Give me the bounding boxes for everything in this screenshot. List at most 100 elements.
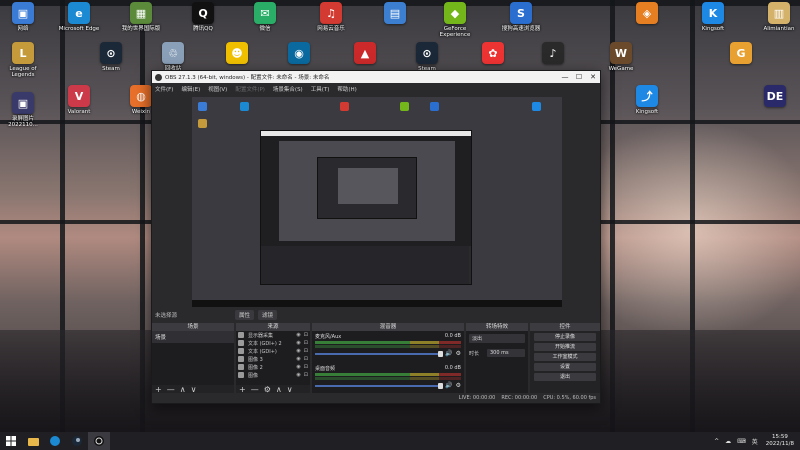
menu-view[interactable]: 视图(V)	[208, 85, 227, 93]
eye-icon[interactable]: ◉	[296, 332, 300, 338]
eye-icon[interactable]: ◉	[296, 364, 300, 370]
source-row[interactable]: 图像 3 ◉ ⊡	[236, 355, 310, 363]
volume-knob[interactable]	[438, 350, 444, 357]
taskbar-obs[interactable]	[88, 432, 110, 450]
desktop-icon[interactable]: ▦ 我的世界国际版	[118, 2, 164, 32]
obs-window[interactable]: OBS 27.1.3 (64-bit, windows) - 配置文件: 未命名…	[151, 70, 601, 404]
app-icon: e	[68, 2, 90, 24]
start-streaming-button[interactable]: 开始推流	[534, 343, 596, 351]
preview-taskbar	[192, 300, 562, 307]
source-row[interactable]: 图像 2 ◉ ⊡	[236, 363, 310, 371]
gear-icon[interactable]: ⚙	[456, 382, 461, 389]
volume-meter	[315, 377, 461, 380]
tray-overflow-icon[interactable]: ^	[714, 438, 719, 445]
scene-item[interactable]: 场景	[152, 331, 234, 343]
stop-recording-button[interactable]: 停止录像	[534, 333, 596, 341]
speaker-icon[interactable]: 🔊	[445, 382, 452, 389]
volume-slider[interactable]	[315, 350, 444, 357]
close-button[interactable]: ✕	[586, 71, 600, 83]
keyboard-icon[interactable]: ⌨	[737, 438, 746, 445]
desktop-icon[interactable]: DE	[752, 85, 798, 109]
desktop-icon[interactable]: ✿	[470, 42, 516, 66]
app-icon: W	[610, 42, 632, 64]
scenes-dock-title: 场景	[152, 323, 234, 331]
app-icon: ◆	[444, 2, 466, 24]
maximize-button[interactable]: ☐	[572, 71, 586, 83]
taskbar-steam[interactable]	[66, 432, 88, 450]
desktop-icon[interactable]: ▲	[342, 42, 388, 66]
desktop-icon[interactable]: ◆ GeForce Experience	[432, 2, 478, 38]
lock-icon[interactable]: ⊡	[304, 364, 308, 370]
transition-select[interactable]: 淡出	[469, 334, 525, 343]
speaker-icon[interactable]: 🔊	[445, 350, 452, 357]
volume-knob[interactable]	[438, 382, 444, 389]
desktop-icon[interactable]: ♫ 网易云音乐	[308, 2, 354, 32]
desktop-icon[interactable]: Q 腾讯QQ	[180, 2, 226, 32]
desktop-icon[interactable]: W WeGame	[598, 42, 644, 72]
desktop-icon[interactable]: G	[718, 42, 764, 66]
source-row[interactable]: 显示器采集 ◉ ⊡	[236, 331, 310, 339]
network-icon[interactable]: ☁	[725, 438, 731, 445]
desktop-icon[interactable]: ⊙ Steam	[404, 42, 450, 72]
input-method-indicator[interactable]: 英	[752, 437, 758, 446]
eye-icon[interactable]: ◉	[296, 340, 300, 346]
preview-canvas[interactable]	[192, 97, 562, 307]
desktop-icon[interactable]: e Microsoft Edge	[56, 2, 102, 32]
desktop-icon[interactable]: ◈	[624, 2, 670, 26]
filters-button[interactable]: 滤镜	[258, 309, 278, 320]
desktop-icon[interactable]: ♪	[530, 42, 576, 66]
desktop-icon[interactable]: ⊙ Steam	[88, 42, 134, 72]
source-row[interactable]: 图像 ◉ ⊡	[236, 371, 310, 379]
lock-icon[interactable]: ⊡	[304, 332, 308, 338]
desktop-icon[interactable]: ▣ 录屏图片 2022110...	[0, 92, 46, 128]
menu-edit[interactable]: 编辑(E)	[181, 85, 200, 93]
desktop-icon-label: Weixin	[131, 109, 151, 115]
menu-profile[interactable]: 配置文件(P)	[235, 85, 265, 93]
eye-icon[interactable]: ◉	[296, 356, 300, 362]
clock[interactable]: 15:59 2022/11/8	[766, 434, 794, 448]
volume-slider[interactable]	[315, 382, 444, 389]
volume-meter	[315, 373, 461, 376]
system-tray: ^ ☁ ⌨ 英 15:59 2022/11/8	[708, 432, 800, 450]
desktop-icon[interactable]: ▤	[372, 2, 418, 26]
desktop-icon[interactable]: ☻	[214, 42, 260, 66]
menu-scene-collection[interactable]: 场景集合(S)	[273, 85, 303, 93]
properties-button[interactable]: 属性	[235, 309, 255, 320]
lock-icon[interactable]: ⊡	[304, 340, 308, 346]
desktop-icon[interactable]: V Valorant	[56, 85, 102, 115]
desktop-icon[interactable]: ♲ 回收站	[150, 42, 196, 72]
gear-icon[interactable]: ⚙	[456, 350, 461, 357]
eye-icon[interactable]: ◉	[296, 372, 300, 378]
start-button[interactable]	[0, 432, 22, 450]
menu-help[interactable]: 帮助(H)	[337, 85, 356, 93]
minimize-button[interactable]: —	[558, 71, 572, 83]
desktop-icon[interactable]: ⤴ Kingsoft	[624, 85, 670, 115]
desktop-icon[interactable]: ◉	[276, 42, 322, 66]
desktop-icon[interactable]: ▥ Alimiantian	[756, 2, 800, 32]
menu-file[interactable]: 文件(F)	[155, 85, 173, 93]
taskbar-edge[interactable]	[44, 432, 66, 450]
studio-mode-button[interactable]: 工作室模式	[534, 353, 596, 361]
desktop-icon[interactable]: ✉ 微信	[242, 2, 288, 32]
lock-icon[interactable]: ⊡	[304, 348, 308, 354]
app-icon: ▲	[354, 42, 376, 64]
duration-input[interactable]: 300 ms	[487, 349, 525, 357]
nested-preview	[279, 141, 455, 241]
obs-titlebar[interactable]: OBS 27.1.3 (64-bit, windows) - 配置文件: 未命名…	[152, 71, 600, 83]
source-row[interactable]: 文本 (GDI+) 2 ◉ ⊡	[236, 339, 310, 347]
taskbar-explorer[interactable]	[22, 432, 44, 450]
desktop-icon[interactable]: L League of Legends	[0, 42, 46, 78]
image-icon	[238, 364, 244, 370]
lock-icon[interactable]: ⊡	[304, 372, 308, 378]
desktop-icon[interactable]: K Kingsoft	[690, 2, 736, 32]
eye-icon[interactable]: ◉	[296, 348, 300, 354]
lock-icon[interactable]: ⊡	[304, 356, 308, 362]
settings-button[interactable]: 设置	[534, 363, 596, 371]
menu-tools[interactable]: 工具(T)	[311, 85, 330, 93]
source-row[interactable]: 文本 (GDI+) ◉ ⊡	[236, 347, 310, 355]
desktop-icon[interactable]: S 搜狗高速浏览器	[498, 2, 544, 32]
exit-button[interactable]: 退出	[534, 373, 596, 381]
desktop-icon-label: Alimiantian	[763, 26, 795, 32]
preview-desktop-icon	[400, 102, 409, 111]
desktop-icon[interactable]: ▣ 网络	[0, 2, 46, 32]
